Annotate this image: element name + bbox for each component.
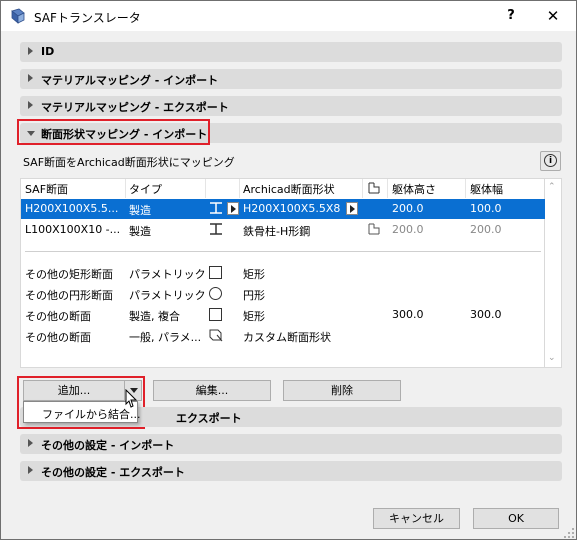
- column-separator: [465, 179, 466, 198]
- table-row[interactable]: その他の円形断面 パラメトリック 円形: [21, 284, 545, 304]
- custom-profile-icon: [209, 329, 223, 342]
- cell-archicad-profile: カスタム断面形状: [243, 331, 331, 344]
- title-bar: SAFトランスレータ ? ✕: [1, 1, 576, 31]
- cell-width: 300.0: [470, 308, 502, 321]
- profile-shape-header-icon: [368, 182, 380, 194]
- column-separator: [239, 179, 240, 198]
- info-icon: i: [544, 154, 557, 167]
- i-beam-icon: [210, 202, 222, 214]
- section-id[interactable]: ID: [20, 42, 562, 62]
- cell-archicad-profile: 矩形: [243, 268, 265, 281]
- cell-saf-profile: その他の矩形断面: [25, 268, 113, 281]
- section-label: その他の設定 - エクスポート: [41, 466, 185, 479]
- scroll-up-icon[interactable]: ⌃: [548, 182, 556, 192]
- cell-type: 製造, 複合: [129, 310, 180, 323]
- table-row[interactable]: その他の断面 製造, 複合 矩形 300.0 300.0: [21, 305, 545, 325]
- info-button[interactable]: i: [540, 151, 561, 171]
- cell-saf-profile: その他の断面: [25, 310, 91, 323]
- ok-button[interactable]: OK: [473, 508, 559, 529]
- header-type[interactable]: タイプ: [129, 181, 162, 197]
- cell-height: 200.0: [392, 202, 424, 215]
- cell-width: 100.0: [470, 202, 502, 215]
- cell-type: 製造: [129, 225, 151, 238]
- profile-mapping-table: SAF断面 タイプ Archicad断面形状 躯体高さ 躯体幅 H200X100…: [20, 178, 545, 368]
- section-label: その他の設定 - インポート: [41, 439, 175, 452]
- table-scrollbar[interactable]: ⌃ ⌄: [545, 178, 562, 368]
- profile-picker-arrow-button[interactable]: [227, 202, 239, 215]
- section-label: マテリアルマッピング - インポート: [41, 74, 219, 87]
- circle-shape-icon: [209, 287, 222, 300]
- cell-saf-profile: その他の断面: [25, 331, 91, 344]
- column-separator: [362, 179, 363, 198]
- cell-type: パラメトリック: [129, 268, 206, 281]
- cell-saf-profile: H200X100X5.5...: [25, 202, 119, 215]
- table-row[interactable]: L100X100X10 -... 製造 鉄骨柱-H形鋼 200.0 200.0: [21, 220, 545, 240]
- table-row[interactable]: H200X100X5.5... 製造 H200X100X5.5X8 200.0 …: [21, 199, 545, 219]
- table-row[interactable]: その他の矩形断面 パラメトリック 矩形: [21, 263, 545, 283]
- expand-triangle-icon: [28, 466, 33, 474]
- edit-button[interactable]: 編集...: [153, 380, 271, 401]
- rectangle-shape-icon: [209, 266, 222, 279]
- cell-archicad-profile: 円形: [243, 289, 265, 302]
- app-icon: [11, 8, 25, 24]
- section-label: ID: [41, 45, 55, 58]
- section-label: マテリアルマッピング - エクスポート: [41, 101, 229, 114]
- header-width[interactable]: 躯体幅: [470, 181, 503, 197]
- i-beam-icon: [210, 223, 222, 235]
- cell-archicad-profile: H200X100X5.5X8: [243, 202, 341, 215]
- expand-triangle-icon: [28, 439, 33, 447]
- section-material-import[interactable]: マテリアルマッピング - インポート: [20, 69, 562, 89]
- column-separator: [387, 179, 388, 198]
- mapping-description: SAF断面をArchicad断面形状にマッピング: [23, 156, 235, 169]
- mouse-pointer-icon: [125, 389, 138, 408]
- expand-triangle-icon: [28, 47, 33, 55]
- custom-profile-icon: [368, 223, 380, 235]
- section-other-export[interactable]: その他の設定 - エクスポート: [20, 461, 562, 481]
- expand-triangle-icon: [28, 101, 33, 109]
- saf-translator-dialog: SAFトランスレータ ? ✕ ID マテリアルマッピング - インポート マテリ…: [0, 0, 577, 540]
- cell-archicad-profile: 鉄骨柱-H形鋼: [243, 225, 311, 238]
- help-button[interactable]: ?: [498, 3, 524, 29]
- delete-button[interactable]: 削除: [283, 380, 401, 401]
- cell-type: 製造: [129, 204, 151, 217]
- header-height[interactable]: 躯体高さ: [392, 181, 436, 197]
- rectangle-shape-icon: [209, 308, 222, 321]
- cell-height: 300.0: [392, 308, 424, 321]
- table-row[interactable]: その他の断面 一般, パラメ... カスタム断面形状: [21, 326, 545, 346]
- cell-saf-profile: その他の円形断面: [25, 289, 113, 302]
- cell-width: 200.0: [470, 223, 502, 236]
- expand-triangle-icon: [28, 74, 33, 82]
- header-saf-profile[interactable]: SAF断面: [25, 181, 68, 197]
- cell-type: パラメトリック: [129, 289, 206, 302]
- cell-archicad-profile: 矩形: [243, 310, 265, 323]
- column-separator: [125, 179, 126, 198]
- section-material-export[interactable]: マテリアルマッピング - エクスポート: [20, 96, 562, 116]
- section-label: エクスポート: [176, 412, 242, 425]
- cancel-button[interactable]: キャンセル: [373, 508, 460, 529]
- cell-height: 200.0: [392, 223, 424, 236]
- scroll-down-icon[interactable]: ⌄: [548, 353, 556, 363]
- add-dropdown-menu: ファイルから結合...: [23, 401, 141, 423]
- column-separator: [205, 179, 206, 198]
- cell-type: 一般, パラメ...: [129, 331, 202, 344]
- cell-saf-profile: L100X100X10 -...: [25, 223, 121, 236]
- table-divider: [25, 251, 541, 252]
- window-title: SAFトランスレータ: [34, 11, 141, 25]
- archicad-picker-arrow-button[interactable]: [346, 202, 358, 215]
- resize-grip-icon[interactable]: [563, 527, 575, 539]
- red-highlight-frame: [17, 119, 210, 145]
- close-button[interactable]: ✕: [539, 3, 567, 29]
- section-other-import[interactable]: その他の設定 - インポート: [20, 434, 562, 454]
- header-archicad-profile[interactable]: Archicad断面形状: [243, 181, 335, 197]
